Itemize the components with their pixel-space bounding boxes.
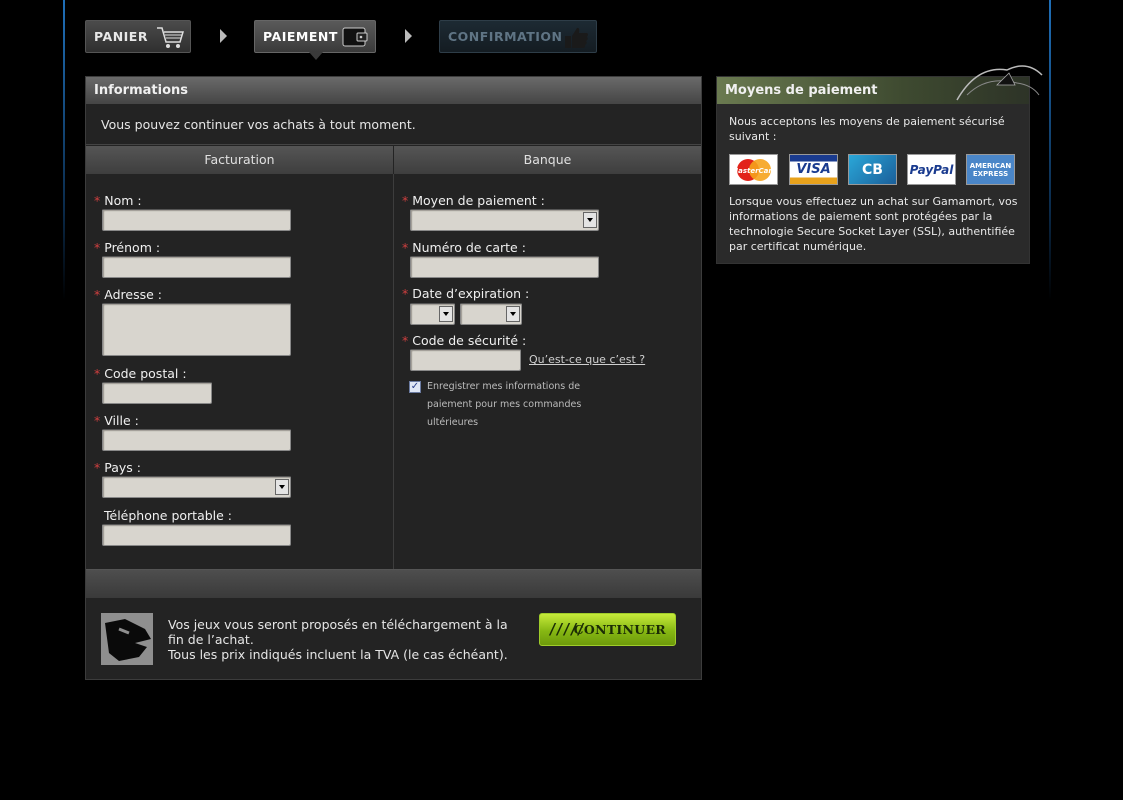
cb-icon: CB <box>848 154 897 185</box>
continue-button[interactable]: ///// CONTINUER <box>539 613 676 646</box>
ville-label: * Ville : <box>94 413 139 428</box>
active-step-pointer <box>309 52 323 60</box>
code-postal-field[interactable] <box>102 382 212 404</box>
required-mark: * <box>402 286 409 301</box>
continue-label: CONTINUER <box>573 622 666 637</box>
save-payment-label: Enregistrer mes informations de paiement… <box>427 381 582 428</box>
nom-label-text: Nom : <box>104 193 142 208</box>
visa-icon: VISA <box>789 154 838 185</box>
pays-select[interactable] <box>102 476 291 498</box>
stripes-icon: ///// <box>548 620 585 638</box>
informations-header: Informations <box>86 77 701 104</box>
mastercard-label: MasterCard <box>732 167 776 175</box>
nom-label: * Nom : <box>94 193 142 208</box>
step-paiement[interactable]: PAIEMENT <box>254 20 376 53</box>
amex-label: AMERICAN EXPRESS <box>969 161 1012 178</box>
footer-line-2: Tous les prix indiqués incluent la TVA (… <box>168 647 508 662</box>
required-mark: * <box>94 193 101 208</box>
amex-icon: AMERICAN EXPRESS <box>966 154 1015 185</box>
bank-column-header: Banque <box>394 146 701 174</box>
ssl-security-text: Lorsque vous effectuez un achat sur Gama… <box>729 195 1018 253</box>
expiration-label: * Date d’expiration : <box>402 286 529 301</box>
wallet-icon <box>342 27 368 47</box>
payment-methods-panel: Moyens de paiement Nous acceptons les mo… <box>716 65 1043 264</box>
decorative-creature-icon <box>956 65 1043 101</box>
chevron-down-icon[interactable] <box>439 306 453 322</box>
telephone-field[interactable] <box>102 524 291 546</box>
checkout-form-panel: Informations Vous pouvez continuer vos a… <box>85 76 702 680</box>
ville-field[interactable] <box>102 429 291 451</box>
required-mark: * <box>402 333 409 348</box>
step-panier-label: PANIER <box>94 29 148 44</box>
mastercard-icon: MasterCard <box>729 154 778 185</box>
step-confirmation-label: CONFIRMATION <box>448 29 563 44</box>
visa-label: VISA <box>796 162 831 177</box>
required-mark: * <box>94 240 101 255</box>
required-mark: * <box>402 240 409 255</box>
required-mark: * <box>94 460 101 475</box>
ville-label-text: Ville : <box>104 413 139 428</box>
prenom-field[interactable] <box>102 256 291 278</box>
code-postal-label: * Code postal : <box>94 366 187 381</box>
required-mark: * <box>94 366 101 381</box>
billing-column-header: Facturation <box>86 146 393 174</box>
chevron-down-icon[interactable] <box>275 479 289 495</box>
numero-carte-label: * Numéro de carte : <box>402 240 526 255</box>
chevron-down-icon[interactable] <box>506 306 520 322</box>
numero-carte-label-text: Numéro de carte : <box>412 240 526 255</box>
adresse-field[interactable] <box>102 303 291 356</box>
adresse-label-text: Adresse : <box>104 287 162 302</box>
footer-bar <box>86 569 701 598</box>
code-postal-label-text: Code postal : <box>104 366 187 381</box>
code-securite-field[interactable] <box>410 349 521 371</box>
paypal-label: PayPal <box>909 162 954 177</box>
step-arrow-icon <box>405 29 412 43</box>
paypal-icon: PayPal <box>907 154 956 185</box>
footer-message: Vos jeux vous seront proposés en télécha… <box>168 617 513 662</box>
right-border-glow <box>1049 0 1051 300</box>
expiration-year-select[interactable] <box>460 303 522 325</box>
security-code-help-link[interactable]: Qu’est-ce que c’est ? <box>529 353 645 366</box>
cart-icon <box>157 27 184 48</box>
telephone-label: Téléphone portable : <box>104 508 233 523</box>
expiration-month-select[interactable] <box>410 303 455 325</box>
gamamort-logo-icon <box>101 613 153 665</box>
adresse-label: * Adresse : <box>94 287 162 302</box>
expiration-label-text: Date d’expiration : <box>412 286 530 301</box>
code-securite-label: * Code de sécurité : <box>402 333 526 348</box>
accept-text: Nous acceptons les moyens de paiement sé… <box>729 115 1005 143</box>
code-securite-label-text: Code de sécurité : <box>412 333 527 348</box>
prenom-label-text: Prénom : <box>104 240 161 255</box>
step-panier[interactable]: PANIER <box>85 20 191 53</box>
left-border-glow <box>63 0 65 300</box>
numero-carte-field[interactable] <box>410 256 599 278</box>
cb-label: CB <box>862 161 883 178</box>
save-payment-checkbox[interactable]: ✓ <box>409 381 421 393</box>
moyen-paiement-label: * Moyen de paiement : <box>402 193 545 208</box>
chevron-down-icon[interactable] <box>583 212 597 228</box>
info-message: Vous pouvez continuer vos achats à tout … <box>101 117 416 132</box>
step-paiement-label: PAIEMENT <box>263 29 338 44</box>
required-mark: * <box>94 413 101 428</box>
nom-field[interactable] <box>102 209 291 231</box>
thumbs-up-icon <box>565 27 588 48</box>
step-confirmation[interactable]: CONFIRMATION <box>439 20 597 53</box>
footer-line-1: Vos jeux vous seront proposés en télécha… <box>168 617 508 647</box>
divider <box>86 144 701 145</box>
pays-label: * Pays : <box>94 460 141 475</box>
required-mark: * <box>402 193 409 208</box>
moyen-paiement-select[interactable] <box>410 209 599 231</box>
prenom-label: * Prénom : <box>94 240 160 255</box>
step-arrow-icon <box>220 29 227 43</box>
column-divider <box>393 174 394 569</box>
pays-label-text: Pays : <box>104 460 141 475</box>
required-mark: * <box>94 287 101 302</box>
moyen-paiement-label-text: Moyen de paiement : <box>412 193 545 208</box>
